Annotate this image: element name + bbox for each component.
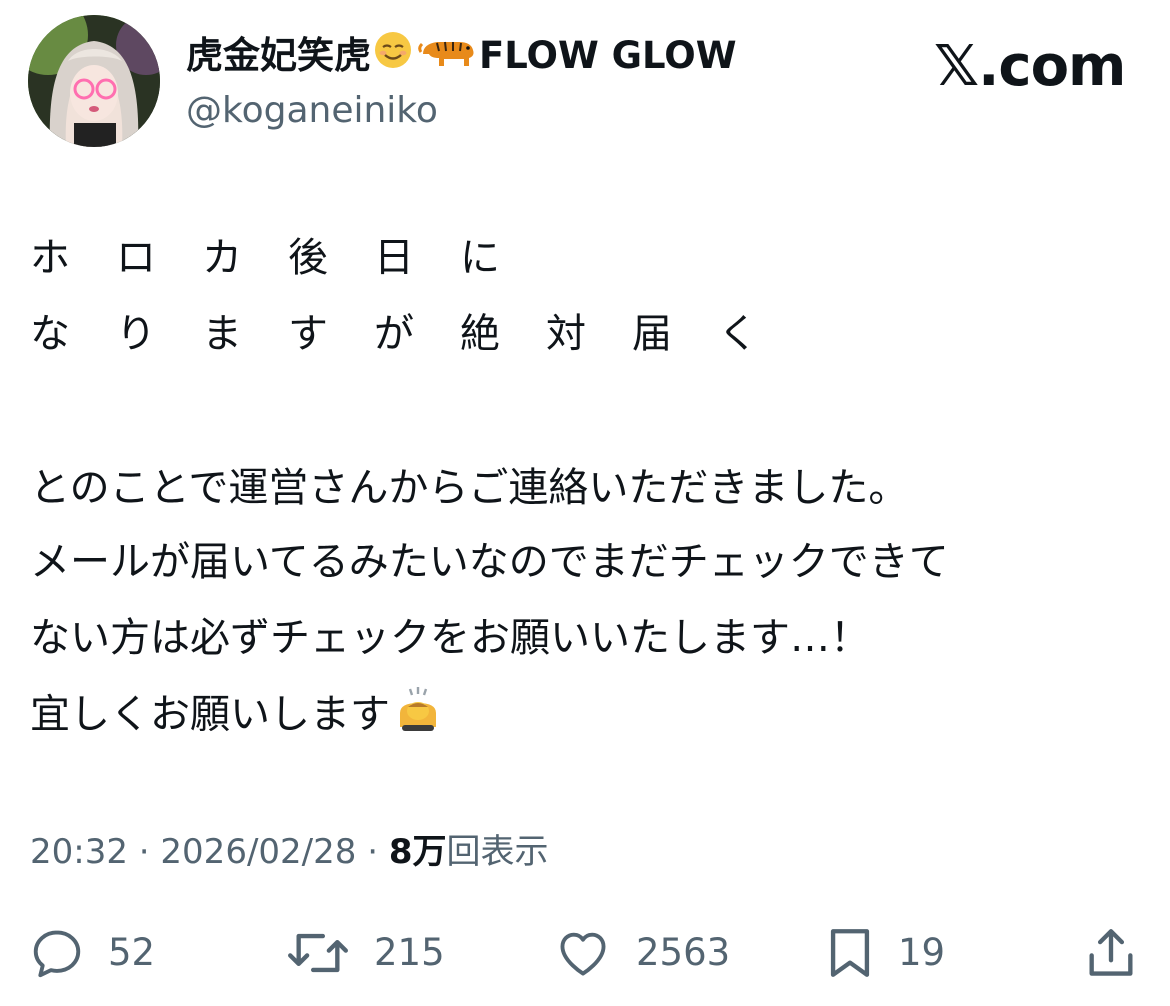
like-count: 2563 [636, 931, 731, 974]
user-handle[interactable]: @koganeiniko [186, 86, 438, 136]
avatar-illustration [28, 15, 160, 147]
meta-separator: · [138, 832, 150, 872]
post-text-line: メールが届いてるみたいなのでまだチェックできて [30, 539, 949, 585]
display-name-suffix: FLOW GLOW [479, 34, 737, 77]
post-text-line: とのことで運営さんからご連絡いただきました。 [30, 465, 909, 511]
bookmark-button[interactable]: 19 [824, 918, 945, 988]
retweet-button[interactable]: 215 [284, 918, 445, 988]
share-button[interactable] [1082, 918, 1140, 988]
meta-separator: · [367, 832, 379, 872]
reply-count: 52 [108, 931, 156, 974]
heart-icon [560, 932, 606, 976]
reply-icon [33, 930, 81, 978]
post-text: 宜しくお願いします [30, 691, 390, 738]
post-meta: 20:32 · 2026/02/28 · 8万回表示 [30, 826, 549, 878]
views-count[interactable]: 8万 [389, 832, 447, 872]
reply-button[interactable]: 52 [28, 918, 155, 988]
smiling-face-emoji-icon [373, 30, 413, 86]
like-button[interactable]: 2563 [552, 918, 730, 988]
x-com-logo: 𝕏.com [934, 34, 1126, 99]
display-name[interactable]: 虎金妃笑虎 FLOW GLOW [186, 28, 737, 86]
retweet-count: 215 [374, 931, 445, 974]
bookmark-icon [830, 929, 870, 977]
retweet-icon [288, 933, 348, 973]
post-text-line: ない方は必ずチェックをお願いいたします…！ [30, 615, 870, 661]
display-name-text: 虎金妃笑虎 [186, 34, 371, 77]
person-bowing-emoji-icon [392, 683, 444, 750]
bookmark-count: 19 [898, 931, 946, 974]
views-label[interactable]: 回表示 [447, 832, 549, 872]
share-icon [1089, 929, 1133, 976]
post-date[interactable]: 2026/02/28 [160, 832, 356, 872]
post-text-line-with-emoji: 宜しくお願いします [30, 683, 446, 750]
tiger-emoji-icon [417, 30, 477, 86]
avatar[interactable] [28, 15, 160, 147]
post-text-line: ホロカ後日に [30, 235, 546, 281]
post-time[interactable]: 20:32 [30, 832, 128, 872]
post-text-line: なりますが絶対届く [30, 311, 804, 357]
